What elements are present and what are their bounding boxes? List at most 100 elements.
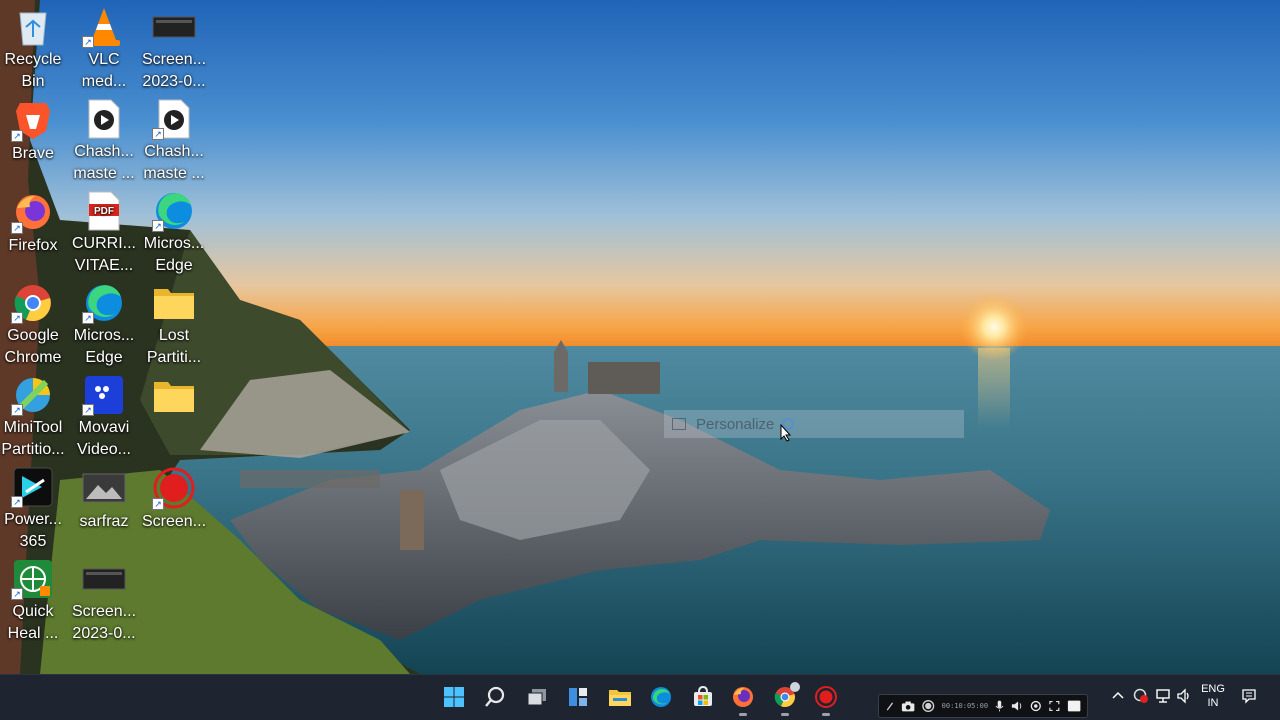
- show-hidden-icons-chevron-icon[interactable]: [1112, 690, 1124, 700]
- desktop-icon-minitool[interactable]: ↗ MiniTool Partitio...: [0, 372, 68, 460]
- image-file-icon: [82, 466, 126, 510]
- quick-heal-icon: ↗: [11, 558, 55, 601]
- network-icon[interactable]: [1155, 688, 1171, 704]
- desktop-icon-vlc[interactable]: ↗ VLC med...: [69, 4, 139, 92]
- screenshot-file-icon: [152, 6, 196, 48]
- desktop-icon-chrome[interactable]: ↗ Google Chrome: [0, 280, 68, 368]
- record-status-icon[interactable]: [922, 699, 935, 713]
- desktop-icon-edge-1[interactable]: ↗ Micros... Edge: [139, 188, 209, 276]
- desktop-icon-label: Edge: [85, 349, 123, 367]
- desktop-icon-label: Chrome: [4, 349, 62, 367]
- desktop-icon-label: Power...: [4, 511, 62, 529]
- file-explorer-icon[interactable]: [603, 680, 637, 714]
- desktop-icon-firefox[interactable]: ↗ Firefox: [0, 188, 68, 276]
- desktop-icon-label: med...: [81, 73, 127, 91]
- stop-recording-icon[interactable]: [1067, 699, 1081, 713]
- screenshot-file-icon: [82, 558, 126, 600]
- desktop-icon-label: Screen...: [71, 603, 137, 621]
- notification-center-icon[interactable]: [1241, 688, 1257, 704]
- profile-badge: [790, 682, 800, 692]
- folder-icon: [152, 374, 196, 418]
- running-indicator: [822, 713, 830, 716]
- shortcut-arrow-icon: ↗: [11, 130, 23, 142]
- desktop-icon-chash-1[interactable]: Chash... maste ...: [69, 96, 139, 184]
- desktop-icon-screen-2[interactable]: Screen... 2023-0...: [69, 556, 139, 644]
- expand-icon[interactable]: [1049, 700, 1060, 712]
- desktop-icon-label: 365: [19, 533, 47, 551]
- desktop-icon-lost[interactable]: Lost Partiti...: [139, 280, 209, 368]
- desktop-icon-label: VLC: [88, 51, 120, 69]
- desktop-icon-folder-2[interactable]: [139, 372, 209, 460]
- desktop-icon-sarfraz[interactable]: sarfraz: [69, 464, 139, 552]
- camera-icon[interactable]: [901, 700, 915, 712]
- media-file-icon: ↗: [152, 98, 196, 141]
- region-code: IN: [1207, 697, 1219, 709]
- store-icon[interactable]: [686, 680, 720, 714]
- shortcut-arrow-icon: ↗: [152, 498, 164, 510]
- shortcut-arrow-icon: ↗: [152, 220, 164, 233]
- desktop-icon-label: Partiti...: [146, 349, 202, 367]
- desktop-icon-label: 2023-0...: [72, 625, 136, 643]
- desktop-icon-label: Google: [7, 327, 59, 345]
- desktop-icon-label: Quick: [12, 603, 54, 621]
- shortcut-arrow-icon: ↗: [82, 312, 94, 325]
- windows-start-icon[interactable]: [437, 680, 471, 714]
- desktop-icon-power[interactable]: ↗ Power... 365: [0, 464, 68, 552]
- language-code: ENG: [1201, 683, 1225, 695]
- antivirus-tray-icon[interactable]: [1133, 688, 1149, 704]
- edge-icon: ↗: [82, 282, 126, 325]
- personalize-menu-item[interactable]: Personalize: [664, 410, 964, 438]
- desktop-icon-chash-2[interactable]: ↗ Chash... maste ...: [139, 96, 209, 184]
- search-icon[interactable]: [478, 680, 512, 714]
- personalize-label: Personalize: [696, 415, 775, 433]
- desktop-icon-label: Micros...: [73, 327, 135, 345]
- recording-toolbar[interactable]: 00:10:05:00: [878, 694, 1088, 718]
- desktop-icon-label: Screen...: [141, 51, 207, 69]
- running-indicator: [739, 713, 747, 716]
- edge-icon[interactable]: [644, 680, 678, 714]
- desktop-icon-cv[interactable]: PDF CURRI... VITAE...: [69, 188, 139, 276]
- desktop-icon-edge-2[interactable]: ↗ Micros... Edge: [69, 280, 139, 368]
- desktop-icon-label: Movavi: [78, 419, 130, 437]
- recording-timer: 00:10:05:00: [941, 702, 989, 710]
- desktop-icon-movavi[interactable]: ↗ Movavi Video...: [69, 372, 139, 460]
- speaker-icon[interactable]: [1011, 700, 1023, 712]
- desktop-icon-label: Heal ...: [7, 625, 59, 643]
- shortcut-arrow-icon: ↗: [11, 496, 23, 509]
- widgets-icon[interactable]: [561, 680, 595, 714]
- chrome-icon[interactable]: [768, 680, 802, 716]
- volume-icon[interactable]: [1177, 688, 1193, 704]
- minitool-icon: ↗: [11, 374, 55, 417]
- running-indicator: [781, 713, 789, 716]
- screen-recorder-icon[interactable]: [809, 680, 843, 716]
- desktop-icon-label: Chash...: [144, 143, 204, 161]
- desktop-icon-screen-rec[interactable]: ↗ Screen...: [139, 464, 209, 552]
- shortcut-arrow-icon: ↗: [11, 588, 23, 601]
- desktop-icon-label: 2023-0...: [142, 73, 206, 91]
- desktop-icon-label: Brave: [12, 145, 54, 162]
- task-view-icon[interactable]: [520, 680, 554, 714]
- webcam-icon[interactable]: [1030, 700, 1042, 713]
- desktop-icon-recycle-bin[interactable]: Recycle Bin: [0, 4, 68, 92]
- shortcut-arrow-icon: ↗: [152, 128, 164, 141]
- microphone-icon[interactable]: [995, 699, 1004, 713]
- pdf-file-icon: PDF: [82, 190, 126, 232]
- movavi-icon: ↗: [82, 374, 126, 417]
- chrome-icon: ↗: [11, 282, 55, 325]
- desktop-icon-label: Screen...: [141, 513, 207, 530]
- desktop-icon-label: Bin: [21, 73, 45, 91]
- desktop-icon-screen-1[interactable]: Screen... 2023-0...: [139, 4, 209, 92]
- language-indicator[interactable]: ENG IN: [1198, 682, 1228, 710]
- desktop-icon-label: CURRI...: [72, 235, 136, 253]
- desktop-icon-quickheal[interactable]: ↗ Quick Heal ...: [0, 556, 68, 644]
- pen-icon[interactable]: [885, 700, 894, 712]
- desktop-icon-label: VITAE...: [74, 257, 134, 275]
- media-file-icon: [82, 98, 126, 140]
- desktop-icon-label: maste ...: [73, 165, 135, 183]
- desktop-icon-brave[interactable]: ↗ Brave: [0, 96, 68, 184]
- firefox-icon[interactable]: [726, 680, 760, 716]
- shortcut-arrow-icon: ↗: [82, 36, 94, 49]
- brave-lion-icon: ↗: [11, 98, 55, 142]
- desktop-icon-label: Firefox: [8, 237, 58, 254]
- desktop-icon-label: MiniTool: [3, 419, 63, 437]
